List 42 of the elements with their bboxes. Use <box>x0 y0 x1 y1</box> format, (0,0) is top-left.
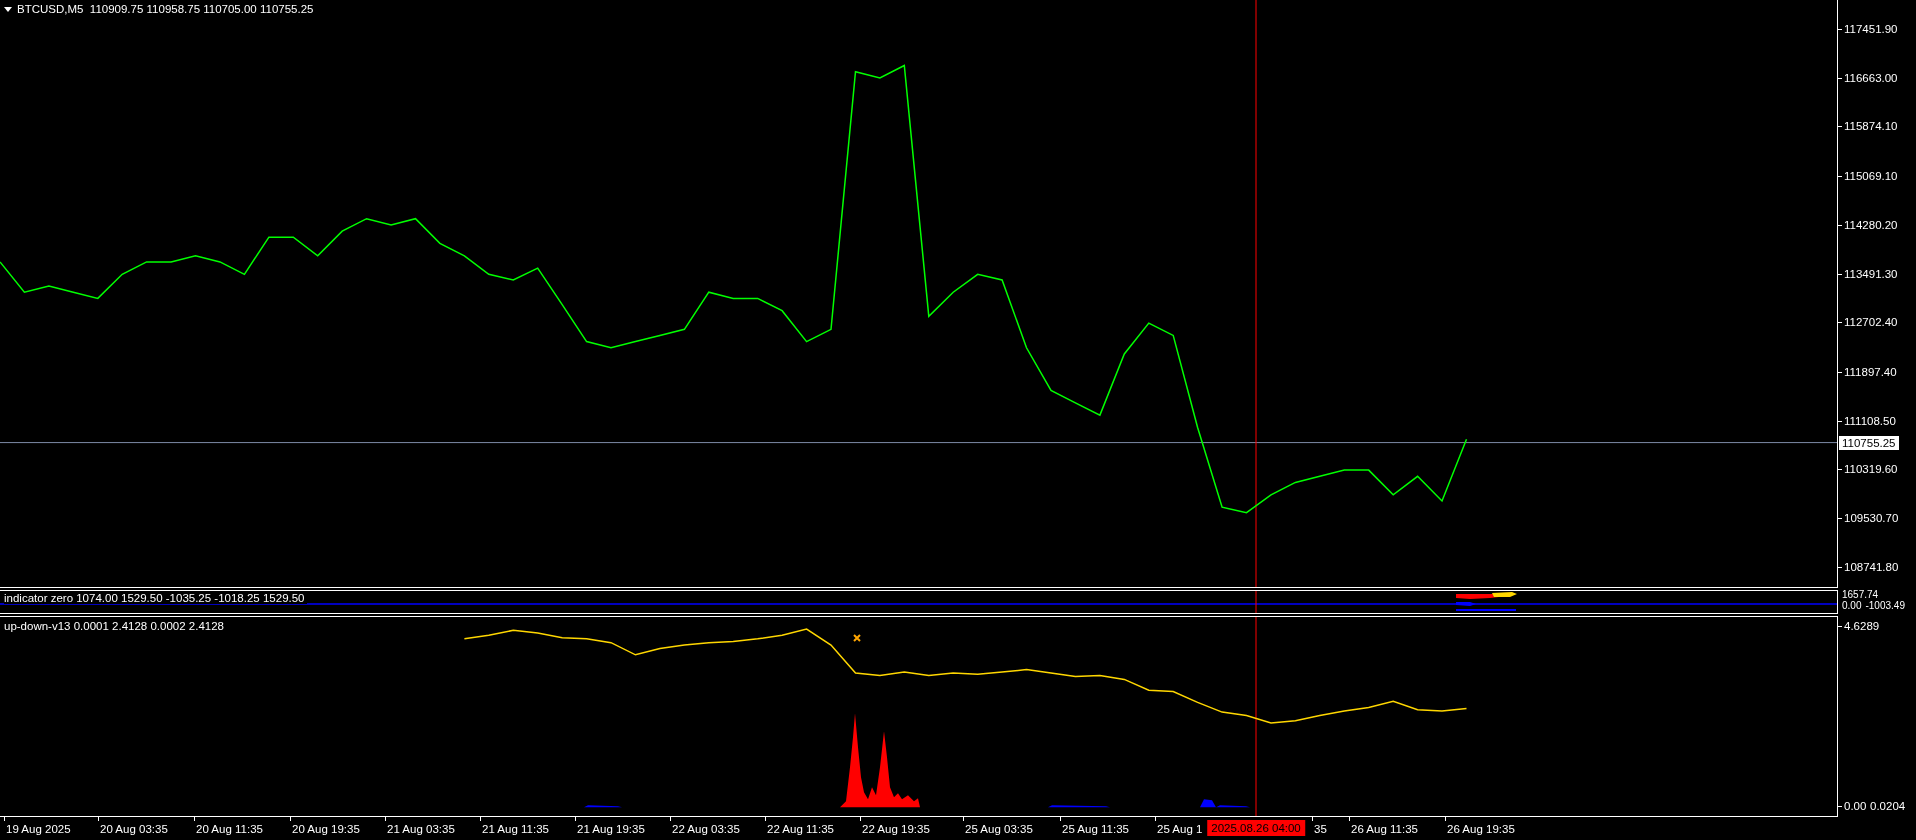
time-axis-label: 22 Aug 19:35 <box>862 822 930 836</box>
time-axis-label: 20 Aug 19:35 <box>292 822 360 836</box>
time-axis-label: 25 Aug 11:35 <box>1062 822 1129 836</box>
current-price-label: 110755.25 <box>1839 435 1899 450</box>
time-axis-label: 35 <box>1314 822 1327 836</box>
time-axis-label: 25 Aug 03:35 <box>965 822 1033 836</box>
time-axis-label: 21 Aug 11:35 <box>482 822 549 836</box>
axis-label: 4.6289 <box>1844 618 1880 633</box>
axis-label: 112702.40 <box>1844 315 1898 330</box>
time-axis-label: 21 Aug 19:35 <box>577 822 645 836</box>
time-axis-label: 25 Aug 1 <box>1157 822 1203 836</box>
axis-label: 109530.70 <box>1844 511 1899 526</box>
time-axis-label: 19 Aug 2025 <box>6 822 71 836</box>
time-axis-label: 20 Aug 11:35 <box>196 822 263 836</box>
axis-label: 115069.10 <box>1844 169 1898 184</box>
axis-label: 111108.50 <box>1844 413 1896 428</box>
indicator-title: indicator zero 1074.00 1529.50 -1035.25 -1018.25 1529.50 <box>4 592 307 604</box>
axis-label: 117451.90 <box>1844 21 1898 36</box>
axis-label: 0.00 <box>1842 601 1862 611</box>
axis-label: 0.00 <box>1844 799 1867 814</box>
axis-label: 113491.30 <box>1844 266 1898 281</box>
axis-label: 110319.60 <box>1844 462 1898 477</box>
axis-label: 111897.40 <box>1844 365 1897 380</box>
cross-marker-icon <box>853 634 861 642</box>
crosshair-time-label: 2025.08.26 04:00 <box>1207 820 1305 836</box>
axis-label: 116663.00 <box>1844 70 1898 85</box>
time-axis-label: 20 Aug 03:35 <box>100 822 168 836</box>
time-axis-label: 22 Aug 03:35 <box>672 822 740 836</box>
axis-label: 115874.10 <box>1844 119 1898 134</box>
indicator-title: up-down-v13 0.0001 2.4128 0.0002 2.4128 <box>4 620 224 632</box>
axis-label: 1657.74 <box>1842 590 1879 600</box>
time-axis-label: 26 Aug 11:35 <box>1351 822 1418 836</box>
crosshair-line <box>1255 591 1257 613</box>
time-axis-label: 21 Aug 03:35 <box>387 822 455 836</box>
axis-label: 108741.80 <box>1844 559 1899 574</box>
dropdown-arrow-icon[interactable] <box>4 6 12 12</box>
axis-label: -1003.49 <box>1865 601 1905 611</box>
axis-label: 0.0204 <box>1870 799 1906 814</box>
axis-label: 114280.20 <box>1844 217 1898 232</box>
time-axis-label: 22 Aug 11:35 <box>767 822 834 836</box>
time-axis-label: 26 Aug 19:35 <box>1447 822 1515 836</box>
symbol-header: BTCUSD,M5 110909.75 110958.75 110705.00 110755.25 <box>17 3 314 15</box>
